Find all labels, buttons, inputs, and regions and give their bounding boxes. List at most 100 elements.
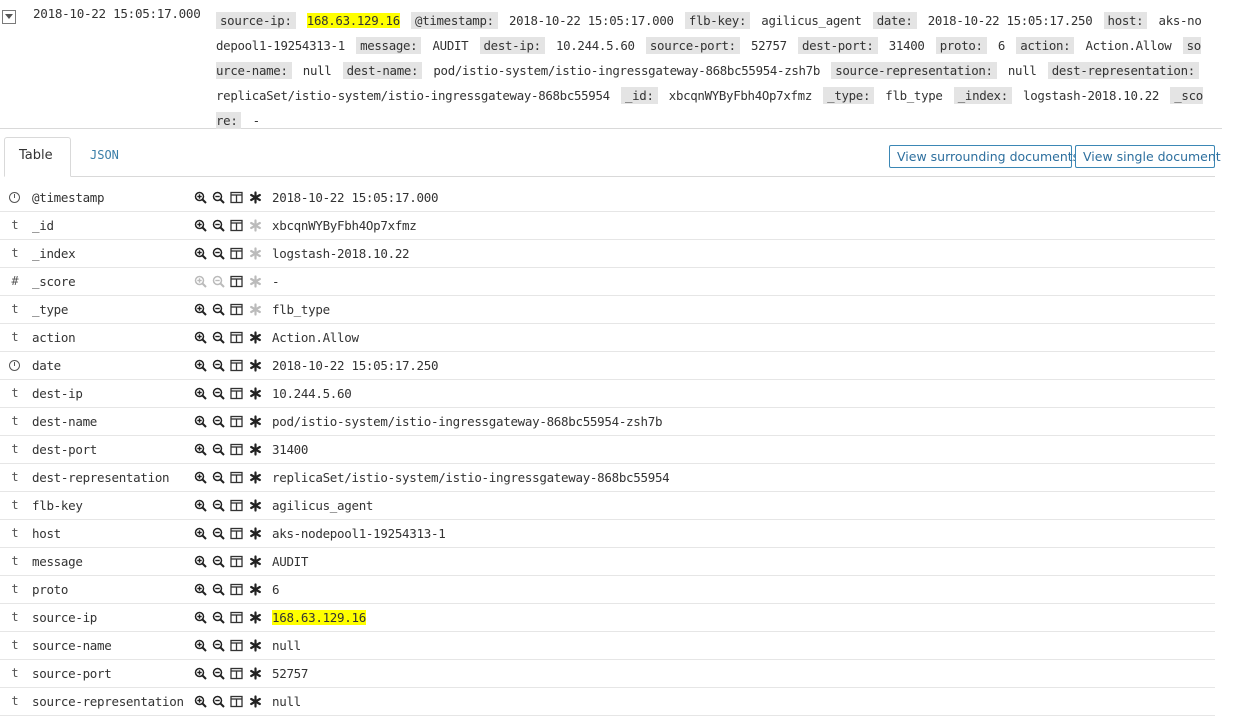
toggle-column-icon[interactable]: [230, 639, 243, 652]
field-value: null: [272, 694, 301, 709]
toggle-column-icon[interactable]: [230, 527, 243, 540]
date-type-icon: [9, 192, 20, 203]
summary-field-value: 10.244.5.60: [555, 38, 635, 53]
magnify-minus-icon[interactable]: [212, 331, 225, 344]
magnify-plus-icon[interactable]: [194, 275, 207, 288]
magnify-plus-icon[interactable]: [194, 387, 207, 400]
magnify-minus-icon[interactable]: [212, 191, 225, 204]
asterisk-icon[interactable]: [249, 275, 262, 288]
asterisk-icon[interactable]: [249, 695, 262, 708]
asterisk-icon[interactable]: [249, 667, 262, 680]
tab-json[interactable]: JSON: [76, 137, 133, 175]
magnify-minus-icon[interactable]: [212, 527, 225, 540]
magnify-plus-icon[interactable]: [194, 415, 207, 428]
magnify-plus-icon[interactable]: [194, 219, 207, 232]
view-single-document-button[interactable]: View single document: [1075, 145, 1221, 168]
magnify-minus-icon[interactable]: [212, 359, 225, 372]
toggle-column-icon[interactable]: [230, 303, 243, 316]
view-surrounding-documents-button[interactable]: View surrounding documents: [889, 145, 1079, 168]
toggle-column-icon[interactable]: [230, 667, 243, 680]
magnify-plus-icon[interactable]: [194, 527, 207, 540]
toggle-column-icon[interactable]: [230, 359, 243, 372]
asterisk-icon[interactable]: [249, 611, 262, 624]
collapse-toggle-icon[interactable]: [2, 10, 16, 24]
asterisk-icon[interactable]: [249, 639, 262, 652]
magnify-minus-icon[interactable]: [212, 219, 225, 232]
toggle-column-icon[interactable]: [230, 415, 243, 428]
magnify-minus-icon[interactable]: [212, 471, 225, 484]
field-actions: [194, 303, 264, 317]
asterisk-icon[interactable]: [249, 387, 262, 400]
tab-table[interactable]: Table: [4, 137, 71, 177]
field-row-dest-name: t dest-name pod/istio-system/istio-ingress…: [0, 408, 1215, 436]
asterisk-icon[interactable]: [249, 331, 262, 344]
asterisk-icon[interactable]: [249, 555, 262, 568]
magnify-plus-icon[interactable]: [194, 471, 207, 484]
asterisk-icon[interactable]: [249, 443, 262, 456]
magnify-plus-icon[interactable]: [194, 443, 207, 456]
toggle-column-icon[interactable]: [230, 275, 243, 288]
toggle-column-icon[interactable]: [230, 695, 243, 708]
asterisk-icon[interactable]: [249, 359, 262, 372]
asterisk-icon[interactable]: [249, 583, 262, 596]
asterisk-icon[interactable]: [249, 303, 262, 316]
summary-timestamp: 2018-10-22 15:05:17.000: [33, 6, 201, 21]
field-actions: [194, 583, 264, 597]
asterisk-icon[interactable]: [249, 527, 262, 540]
magnify-minus-icon[interactable]: [212, 247, 225, 260]
field-name: date: [32, 358, 61, 373]
magnify-plus-icon[interactable]: [194, 639, 207, 652]
toggle-column-icon[interactable]: [230, 611, 243, 624]
magnify-minus-icon[interactable]: [212, 415, 225, 428]
magnify-minus-icon[interactable]: [212, 499, 225, 512]
magnify-plus-icon[interactable]: [194, 499, 207, 512]
asterisk-icon[interactable]: [249, 471, 262, 484]
toggle-column-icon[interactable]: [230, 247, 243, 260]
field-name: dest-port: [32, 442, 98, 457]
magnify-plus-icon[interactable]: [194, 331, 207, 344]
magnify-plus-icon[interactable]: [194, 303, 207, 316]
magnify-minus-icon[interactable]: [212, 667, 225, 680]
asterisk-icon[interactable]: [249, 247, 262, 260]
magnify-minus-icon[interactable]: [212, 583, 225, 596]
field-actions: [194, 555, 264, 569]
toggle-column-icon[interactable]: [230, 219, 243, 232]
magnify-minus-icon[interactable]: [212, 387, 225, 400]
magnify-plus-icon[interactable]: [194, 359, 207, 372]
magnify-minus-icon[interactable]: [212, 695, 225, 708]
field-row-type: t _type flb_type: [0, 296, 1215, 324]
asterisk-icon[interactable]: [249, 415, 262, 428]
magnify-minus-icon[interactable]: [212, 443, 225, 456]
toggle-column-icon[interactable]: [230, 387, 243, 400]
magnify-plus-icon[interactable]: [194, 667, 207, 680]
magnify-plus-icon[interactable]: [194, 191, 207, 204]
toggle-column-icon[interactable]: [230, 555, 243, 568]
field-value: replicaSet/istio-system/istio-ingressgat…: [272, 470, 670, 485]
magnify-minus-icon[interactable]: [212, 555, 225, 568]
toggle-column-icon[interactable]: [230, 471, 243, 484]
magnify-minus-icon[interactable]: [212, 611, 225, 624]
toggle-column-icon[interactable]: [230, 583, 243, 596]
toggle-column-icon[interactable]: [230, 499, 243, 512]
asterisk-icon[interactable]: [249, 219, 262, 232]
toggle-column-icon[interactable]: [230, 191, 243, 204]
magnify-plus-icon[interactable]: [194, 555, 207, 568]
magnify-plus-icon[interactable]: [194, 611, 207, 624]
field-name: action: [32, 330, 76, 345]
magnify-minus-icon[interactable]: [212, 639, 225, 652]
field-value-text: 31400: [272, 442, 309, 457]
summary-field-key: flb-key:: [684, 12, 751, 29]
asterisk-icon[interactable]: [249, 191, 262, 204]
magnify-plus-icon[interactable]: [194, 695, 207, 708]
asterisk-icon[interactable]: [249, 499, 262, 512]
toggle-column-icon[interactable]: [230, 331, 243, 344]
magnify-minus-icon[interactable]: [212, 275, 225, 288]
magnify-plus-icon[interactable]: [194, 247, 207, 260]
magnify-minus-icon[interactable]: [212, 303, 225, 316]
field-value-text: null: [272, 694, 301, 709]
magnify-plus-icon[interactable]: [194, 583, 207, 596]
summary-field-key: date:: [872, 12, 917, 29]
toggle-column-icon[interactable]: [230, 443, 243, 456]
field-name: dest-name: [32, 414, 98, 429]
string-type-icon: t: [11, 246, 19, 260]
